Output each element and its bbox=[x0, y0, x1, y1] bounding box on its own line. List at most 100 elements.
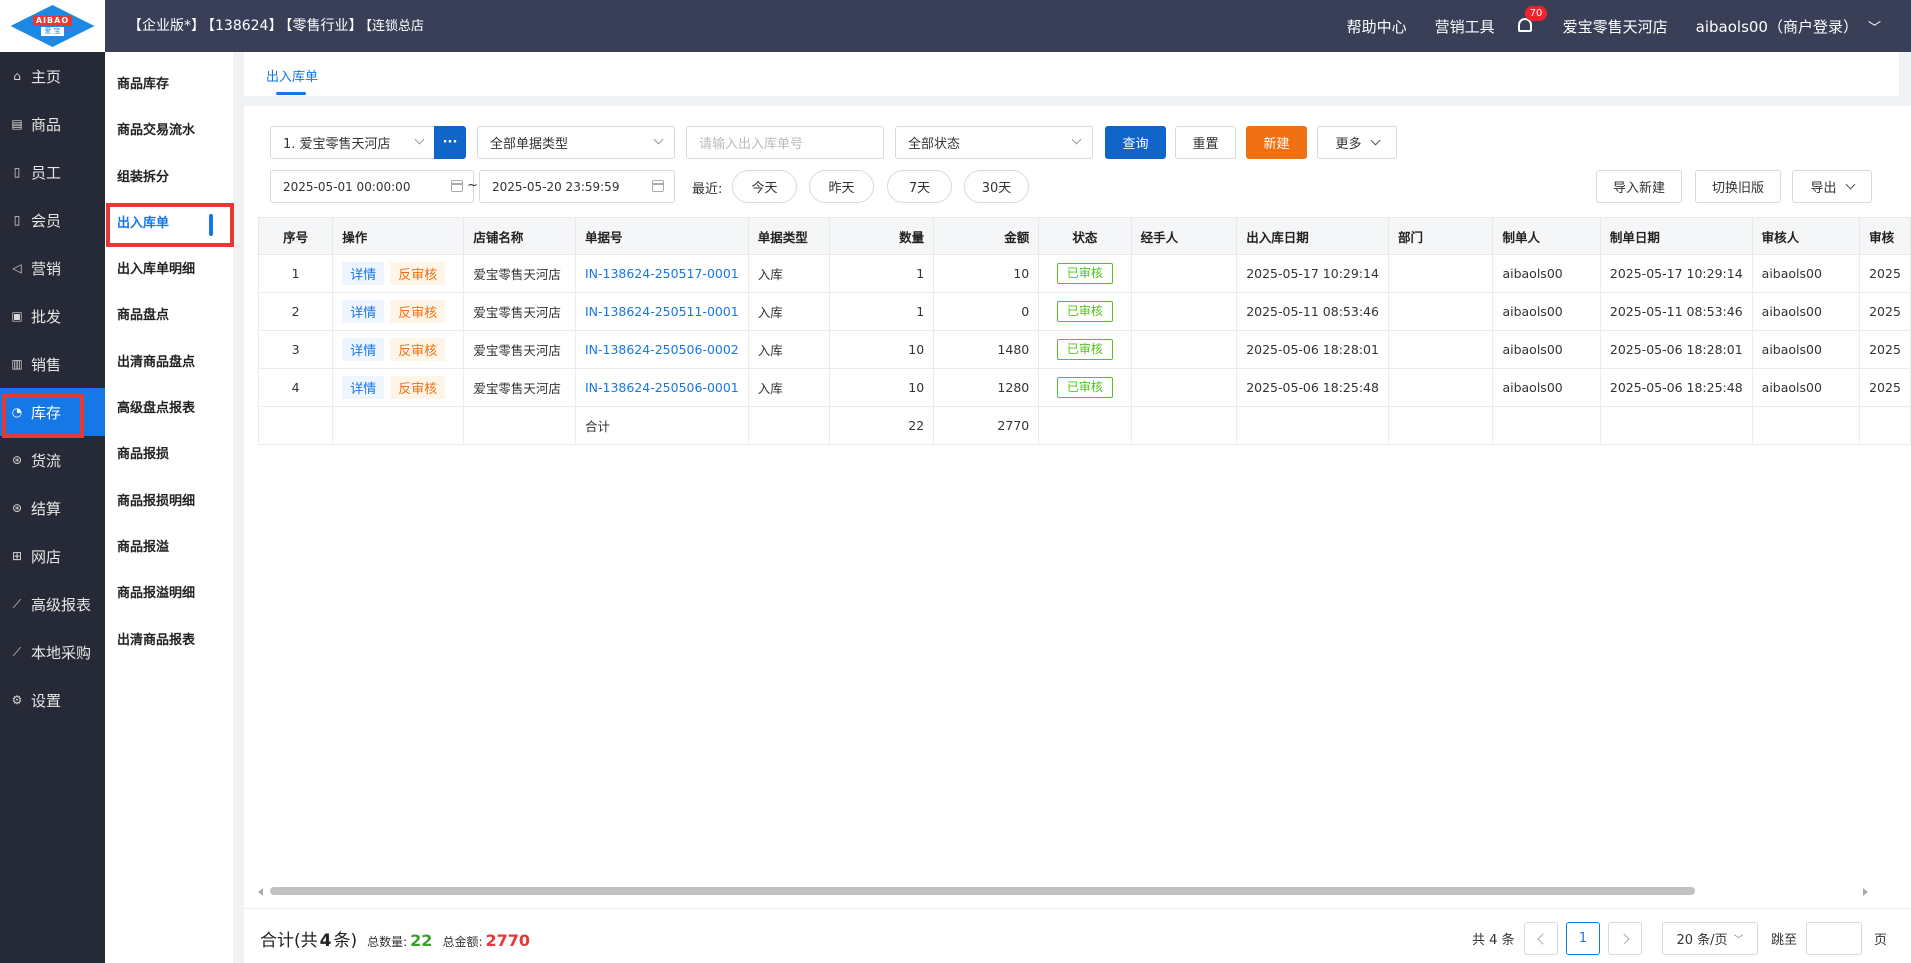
sidebar-item-8[interactable]: ⊛ 货流 bbox=[0, 436, 105, 484]
subnav-item-4[interactable]: 出入库单明细 bbox=[105, 247, 233, 293]
sidebar-item-11[interactable]: ⟋ 高级报表 bbox=[0, 580, 105, 628]
reverse-audit-button[interactable]: 反审核 bbox=[390, 300, 446, 323]
detail-button[interactable]: 详情 bbox=[342, 300, 385, 323]
end-date-input[interactable]: 2025-05-20 23:59:59 bbox=[479, 170, 675, 203]
doc-number-link[interactable]: IN-138624-250506-0002 bbox=[585, 342, 739, 357]
column-header-14: 审核 bbox=[1859, 217, 1911, 255]
subnav-item-12[interactable]: 出清商品报表 bbox=[105, 618, 233, 664]
made-date-cell: 2025-05-06 18:25:48 bbox=[1599, 368, 1753, 407]
sidebar-item-7[interactable]: ◔ 库存 bbox=[0, 388, 105, 436]
detail-button[interactable]: 详情 bbox=[342, 262, 385, 285]
create-button[interactable]: 新建 bbox=[1246, 126, 1307, 159]
marketing-tools-link[interactable]: 营销工具 bbox=[1435, 16, 1495, 37]
subnav-item-3[interactable]: 出入库单 bbox=[105, 201, 233, 247]
column-header-4: 单据类型 bbox=[747, 217, 830, 255]
audit-date-cell: 2025 bbox=[1859, 292, 1911, 331]
subnav-item-1[interactable]: 商品交易流水 bbox=[105, 108, 233, 154]
summary-prefix: 合计(共 bbox=[260, 931, 318, 951]
doc-number-cell: IN-138624-250506-0001 bbox=[574, 368, 749, 407]
prev-page-button[interactable] bbox=[1524, 922, 1558, 955]
sidebar-item-label: 货流 bbox=[31, 451, 62, 470]
horizontal-scrollbar[interactable] bbox=[258, 886, 1868, 896]
quick-today-button[interactable]: 今天 bbox=[732, 170, 797, 203]
status-cell: 已审核 bbox=[1038, 292, 1132, 331]
column-header-2: 店铺名称 bbox=[463, 217, 576, 255]
status-select[interactable]: 全部状态 bbox=[895, 126, 1093, 159]
export-label: 导出 bbox=[1810, 181, 1837, 196]
total-empty-cell bbox=[1751, 406, 1861, 445]
staff-icon: ▯ bbox=[13, 165, 21, 179]
inout-date-cell: 2025-05-06 18:25:48 bbox=[1236, 368, 1389, 407]
calendar-icon bbox=[652, 180, 664, 192]
query-button[interactable]: 查询 bbox=[1105, 126, 1166, 159]
page-size-select[interactable]: 20 条/页 ﹀ bbox=[1662, 922, 1758, 955]
detail-button[interactable]: 详情 bbox=[342, 376, 385, 399]
sidebar-item-5[interactable]: ▣ 批发 bbox=[0, 292, 105, 340]
row-number: 2 bbox=[257, 292, 334, 331]
subnav-item-9[interactable]: 商品报损明细 bbox=[105, 479, 233, 525]
sidebar-item-3[interactable]: ▯ 会员 bbox=[0, 196, 105, 244]
chevron-down-icon[interactable]: ﹀ bbox=[1868, 17, 1881, 36]
next-page-button[interactable] bbox=[1608, 922, 1642, 955]
jump-page-input[interactable] bbox=[1806, 922, 1862, 955]
quick-7days-button[interactable]: 7天 bbox=[887, 170, 952, 203]
subnav-item-7[interactable]: 高级盘点报表 bbox=[105, 386, 233, 432]
import-new-button[interactable]: 导入新建 bbox=[1596, 170, 1682, 203]
column-header-5: 数量 bbox=[828, 217, 935, 255]
reverse-audit-button[interactable]: 反审核 bbox=[390, 338, 446, 361]
quick-30days-button[interactable]: 30天 bbox=[964, 170, 1029, 203]
doc-number-link[interactable]: IN-138624-250506-0001 bbox=[585, 380, 739, 395]
scroll-right-arrow-icon[interactable] bbox=[1863, 888, 1868, 896]
sidebar-item-10[interactable]: ⊞ 网店 bbox=[0, 532, 105, 580]
page-1-button[interactable]: 1 bbox=[1566, 922, 1600, 955]
subnav-item-2[interactable]: 组装拆分 bbox=[105, 155, 233, 201]
scroll-left-arrow-icon[interactable] bbox=[258, 888, 263, 896]
subnav-item-0[interactable]: 商品库存 bbox=[105, 62, 233, 108]
gift-icon: ⊞ bbox=[11, 549, 23, 563]
sidebar-item-9[interactable]: ⊛ 结算 bbox=[0, 484, 105, 532]
sidebar-item-13[interactable]: ⚙ 设置 bbox=[0, 676, 105, 724]
subnav-item-8[interactable]: 商品报损 bbox=[105, 432, 233, 478]
more-button[interactable]: 更多 bbox=[1317, 126, 1397, 159]
reset-button[interactable]: 重置 bbox=[1175, 126, 1236, 159]
doc-number-link[interactable]: IN-138624-250517-0001 bbox=[585, 266, 739, 281]
doc-type-select[interactable]: 全部单据类型 bbox=[477, 126, 675, 159]
reverse-audit-button[interactable]: 反审核 bbox=[390, 376, 446, 399]
current-store[interactable]: 爱宝零售天河店 bbox=[1563, 16, 1668, 37]
reverse-audit-button[interactable]: 反审核 bbox=[390, 262, 446, 285]
scrollbar-thumb[interactable] bbox=[270, 887, 1695, 895]
store-more-button[interactable]: ··· bbox=[434, 126, 466, 159]
export-button[interactable]: 导出 bbox=[1792, 170, 1872, 203]
sidebar-item-4[interactable]: ◁ 营销 bbox=[0, 244, 105, 292]
store-select[interactable]: 1. 爱宝零售天河店 bbox=[270, 126, 436, 159]
notification-badge: 70 bbox=[1524, 6, 1548, 21]
sidebar-item-1[interactable]: ▤ 商品 bbox=[0, 100, 105, 148]
quantity-cell: 1 bbox=[828, 254, 935, 293]
end-date-value: 2025-05-20 23:59:59 bbox=[492, 179, 620, 194]
start-date-input[interactable]: 2025-05-01 00:00:00 bbox=[270, 170, 474, 203]
subnav-item-5[interactable]: 商品盘点 bbox=[105, 293, 233, 339]
chevron-down-icon bbox=[414, 134, 425, 145]
doc-number-link[interactable]: IN-138624-250511-0001 bbox=[585, 304, 739, 319]
switch-old-version-button[interactable]: 切换旧版 bbox=[1695, 170, 1781, 203]
detail-button[interactable]: 详情 bbox=[342, 338, 385, 361]
sidebar-item-12[interactable]: ⟋ 本地采购 bbox=[0, 628, 105, 676]
sidebar-item-label: 主页 bbox=[31, 67, 62, 86]
aibao-logo[interactable]: AIBAO 爱 宝 bbox=[0, 0, 105, 52]
subnav-item-10[interactable]: 商品报溢 bbox=[105, 525, 233, 571]
inventory-subnav: 商品库存 商品交易流水 组装拆分 出入库单 出入库单明细 商品盘点 出清商品盘点 高级盘点报表… bbox=[105, 52, 233, 963]
sidebar-item-6[interactable]: ▥ 销售 bbox=[0, 340, 105, 388]
subnav-item-6[interactable]: 出清商品盘点 bbox=[105, 340, 233, 386]
sidebar-item-2[interactable]: ▯ 员工 bbox=[0, 148, 105, 196]
tab-inout-order[interactable]: 出入库单 bbox=[266, 66, 318, 95]
chevron-down-icon bbox=[653, 134, 664, 145]
quick-yesterday-button[interactable]: 昨天 bbox=[809, 170, 874, 203]
help-center-link[interactable]: 帮助中心 bbox=[1347, 16, 1407, 37]
inout-date-cell: 2025-05-11 08:53:46 bbox=[1236, 292, 1389, 331]
user-menu[interactable]: aibaols00（商户登录） bbox=[1696, 16, 1858, 37]
notification-button[interactable]: 70 bbox=[1517, 6, 1548, 36]
sidebar-item-0[interactable]: ⌂ 主页 bbox=[0, 52, 105, 100]
logistics-icon: ⊛ bbox=[11, 453, 23, 467]
doc-number-input[interactable]: 请输入出入库单号 bbox=[686, 126, 884, 159]
subnav-item-11[interactable]: 商品报溢明细 bbox=[105, 571, 233, 617]
